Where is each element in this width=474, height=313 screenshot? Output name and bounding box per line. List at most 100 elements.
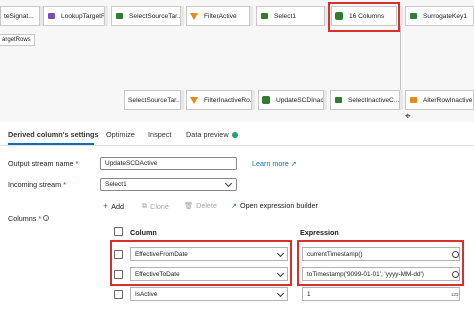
plus-icon: +: [103, 201, 109, 211]
tab-inspect[interactable]: Inspect: [148, 130, 172, 139]
lookup-icon: [44, 7, 58, 25]
settings-tabs: Derived column's settings Optimize Inspe…: [0, 124, 474, 146]
flow-node-label: SelectSourceTar...: [128, 96, 180, 104]
connector: [181, 6, 184, 26]
flow-node-surrogate-key[interactable]: SurrogateKey1: [405, 6, 474, 26]
connector: [400, 6, 403, 26]
flow-node-filter-active[interactable]: FilterActive: [186, 6, 250, 26]
required-marker: *: [38, 214, 42, 223]
connector: [400, 90, 403, 110]
incoming-stream-label-text: Incoming stream: [8, 180, 62, 189]
flow-node-label: UpdateSCDInac...: [276, 96, 323, 104]
flow-node-label: FilterInactiveRo...: [204, 96, 251, 104]
flow-sub-label: argetRows: [0, 34, 35, 46]
data-flow-canvas[interactable]: teSignat... LookupTargetR... SelectSourc…: [0, 0, 474, 122]
output-stream-label-text: Output stream name: [8, 159, 74, 168]
flow-node-alter-row-inactive[interactable]: AlterRowInactive: [405, 90, 474, 110]
column-header: Column: [130, 228, 157, 237]
expression-builder-icon[interactable]: [452, 251, 459, 258]
cursor-icon: ⌖: [405, 111, 411, 122]
alter-row-icon: [406, 91, 420, 109]
incoming-stream-value: Select1: [105, 181, 127, 188]
external-link-icon: ↗: [290, 159, 297, 168]
connector: [105, 6, 108, 26]
connector: [252, 90, 255, 110]
row-checkbox[interactable]: [114, 250, 123, 259]
delete-label: Delete: [196, 201, 217, 210]
chevron-down-icon: [276, 289, 285, 298]
flow-node-select1[interactable]: Select1: [256, 6, 325, 26]
chevron-down-icon: [224, 179, 233, 188]
expression-header: Expression: [300, 228, 339, 237]
flow-node-lookup[interactable]: LookupTargetR...: [43, 6, 105, 26]
flow-node-label: LookupTargetR...: [61, 12, 104, 20]
connector: [324, 90, 327, 110]
tab-derived-column-settings[interactable]: Derived column's settings: [8, 130, 99, 139]
connector: [181, 90, 184, 110]
flow-node-select-source-target[interactable]: SelectSourceTar...: [111, 6, 181, 26]
tab-data-preview[interactable]: Data preview: [186, 130, 238, 139]
open-expression-builder-label: Open expression builder: [240, 201, 318, 210]
branch-line: [400, 26, 401, 90]
select-icon: [112, 7, 126, 25]
flow-node-label: FilterActive: [204, 12, 237, 20]
expression-value: currentTimestamp(): [307, 251, 363, 258]
learn-more-link[interactable]: Learn more ↗: [252, 159, 297, 168]
row-checkbox[interactable]: [114, 270, 123, 279]
flow-node-select-source-target-2[interactable]: SelectSourceTar...: [124, 90, 181, 110]
flow-node-label: teSignat...: [4, 12, 34, 20]
select-icon: [331, 91, 345, 109]
highlight-box: [328, 2, 400, 32]
flow-node-label: SelectSourceTar...: [129, 12, 180, 20]
select-icon: [257, 7, 271, 25]
columns-label: Columns * i: [8, 214, 50, 223]
flow-node-filter-inactive[interactable]: FilterInactiveRo...: [186, 90, 252, 110]
expression-length-counter: 123: [451, 292, 459, 297]
required-marker: *: [63, 180, 66, 189]
column-name-value: EffectiveFromDate: [135, 251, 188, 258]
output-stream-name-input[interactable]: UpdateSCDActive: [100, 157, 237, 170]
tab-optimize[interactable]: Optimize: [106, 130, 135, 139]
flow-node-label: SelectInactiveC...: [348, 96, 399, 104]
trash-icon: 🗑: [184, 201, 194, 210]
clone-label: Clone: [150, 201, 169, 211]
select-icon: [406, 7, 420, 25]
open-expression-builder-button[interactable]: ↗ Open expression builder: [231, 201, 318, 210]
expression-input[interactable]: 1: [302, 287, 460, 301]
flow-node-source[interactable]: teSignat...: [0, 6, 40, 26]
filter-icon: [187, 7, 201, 25]
chevron-down-icon: [276, 249, 285, 258]
clone-button[interactable]: ⧉ Clone: [142, 201, 169, 211]
add-label: Add: [111, 201, 125, 211]
flow-node-label: AlterRowInactive: [423, 96, 473, 104]
columns-label-text: Columns: [8, 214, 37, 223]
incoming-stream-select[interactable]: Select1: [100, 178, 237, 191]
filter-icon: [187, 91, 201, 109]
expression-value: toTimestamp('9099-01-01', 'yyyy-MM-dd'): [307, 271, 424, 278]
external-link-icon: ↗: [231, 201, 238, 210]
flow-node-select-inactive[interactable]: SelectInactiveC...: [330, 90, 400, 110]
output-stream-label: Output stream name *: [8, 159, 78, 168]
derived-column-icon: [259, 91, 273, 109]
expression-input[interactable]: currentTimestamp(): [302, 247, 460, 261]
flow-node-update-scd-inactive[interactable]: UpdateSCDInac...: [258, 90, 324, 110]
expression-builder-icon[interactable]: [452, 271, 459, 278]
tab-data-preview-label: Data preview: [186, 130, 229, 139]
column-name-dropdown[interactable]: EffectiveFromDate: [130, 247, 288, 261]
column-name-value: EffectiveToDate: [135, 271, 180, 278]
row-checkbox[interactable]: [114, 290, 123, 299]
column-name-dropdown[interactable]: IsActive: [130, 287, 288, 301]
required-marker: *: [75, 159, 79, 168]
expression-input[interactable]: toTimestamp('9099-01-01', 'yyyy-MM-dd'): [302, 267, 460, 281]
column-name-value: IsActive: [135, 291, 158, 298]
learn-more-text: Learn more: [252, 159, 289, 168]
status-dot-icon: [231, 132, 238, 138]
expression-value: 1: [307, 291, 311, 298]
flow-node-label: Select1: [274, 12, 296, 20]
delete-button[interactable]: 🗑 Delete: [184, 201, 217, 210]
connector: [250, 6, 253, 26]
select-all-checkbox[interactable]: [114, 227, 123, 236]
column-name-dropdown[interactable]: EffectiveToDate: [130, 267, 288, 281]
add-button[interactable]: + Add: [103, 201, 124, 211]
info-icon[interactable]: i: [43, 215, 50, 221]
